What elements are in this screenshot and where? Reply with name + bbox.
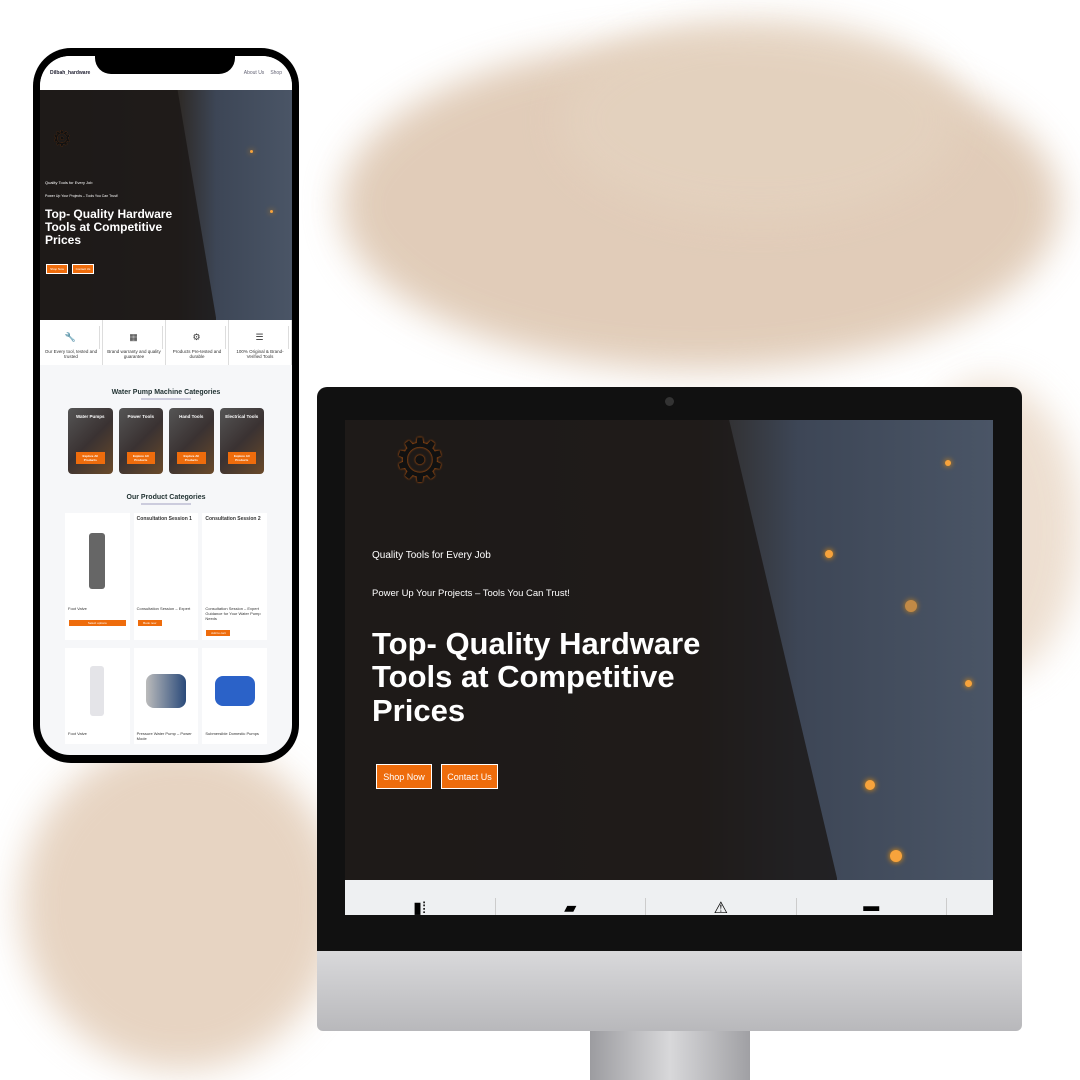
categories-title: Water Pump Machine Categories [111,389,221,396]
products-title: Our Product Categories [126,494,206,501]
product-card[interactable]: Submersible Domestic Pumps [202,648,268,744]
feature-item: 🔧 Our Every tool, tested and trusted [40,320,103,365]
product-card[interactable]: Pressure Water Pump – Power Mode [133,648,199,744]
feature-item: ☰ 100% Original & Brand-Verified Tools [229,320,292,365]
monitor-stand [590,1031,750,1080]
phone-notch [95,48,235,74]
brand-logo[interactable]: Dilbah_hardware [50,70,90,76]
hero-headline: Top- Quality Hardware Tools at Competiti… [372,626,701,728]
tool-icon: ▮⁞ [345,898,496,915]
hero-headline: Top- Quality Hardware Tools at Competiti… [45,207,173,248]
product-card[interactable]: Consultation Session 1 Consultation Sessi… [133,513,199,640]
mobile-hero: ⚙ Quality Tools for Every Job Power Up Y… [40,90,292,320]
shop-now-button[interactable]: Shop Now [46,264,68,274]
category-card[interactable]: Electrical Tools Explore All Products [219,408,264,474]
contact-us-button[interactable]: Contact Us [441,764,498,789]
add-to-cart-button[interactable]: Add to cart [205,629,232,637]
subtagline: Power Up Your Projects – Tools You Can T… [372,588,570,599]
monitor-chin [317,951,1022,1031]
phone-mockup: Dilbah_hardware About Us Shop ⚙ Quality T… [33,48,299,763]
product-card[interactable]: Foot Valve Select options [65,513,130,640]
product-grid: Foot Valve Select options Consultation Se… [40,513,292,640]
gear-icon: ⚙ [393,427,447,494]
features-strip: ▮⁞ ▰ ⚠ ▬ [345,880,993,915]
warranty-icon: ▰ [496,898,646,915]
product-grid-row2: Foot Valve Pressure Water Pump – Power M… [40,648,292,744]
gear-icon: ⚠ [646,898,797,915]
nav-shop[interactable]: Shop [270,70,282,76]
stack-icon: ▬ [797,898,947,915]
subtagline: Power Up Your Projects – Tools You Can T… [45,194,118,198]
tagline: Quality Tools for Every Job [45,180,93,185]
shop-now-button[interactable]: Shop Now [376,764,432,789]
features-strip: 🔧 Our Every tool, tested and trusted ▦ Bra… [40,320,292,365]
phone-screen: Dilbah_hardware About Us Shop ⚙ Quality T… [40,56,292,755]
watercolor-blob [560,20,960,220]
contact-us-button[interactable]: Contact Us [72,264,94,274]
category-card[interactable]: Hand Tools Explore All Products [169,408,214,474]
watercolor-blob [20,740,340,1070]
feature-item: ⚙ Products Pre-tested and durable [166,320,229,365]
product-card[interactable]: Consultation Session 2 Consultation Sessi… [202,513,268,640]
product-card[interactable]: Foot Valve [65,648,130,744]
category-grid: Water Pumps Explore All Products Power To… [40,408,292,474]
desktop-monitor: ⚙ Quality Tools for Every Job Power Up Y… [317,387,1022,951]
gear-icon: ⚙ [52,126,72,151]
feature-item: ▦ Brand warranty and quality guarantee [103,320,166,365]
desktop-screen: ⚙ Quality Tools for Every Job Power Up Y… [345,420,993,915]
category-card[interactable]: Water Pumps Explore All Products [68,408,113,474]
tagline: Quality Tools for Every Job [372,550,491,561]
category-card[interactable]: Power Tools Explore All Products [118,408,163,474]
desktop-hero: ⚙ Quality Tools for Every Job Power Up Y… [345,420,993,880]
select-options-button[interactable]: Select options [68,619,127,627]
webcam [665,397,674,406]
book-now-button[interactable]: Book now [136,619,163,627]
nav-about[interactable]: About Us [244,70,265,76]
